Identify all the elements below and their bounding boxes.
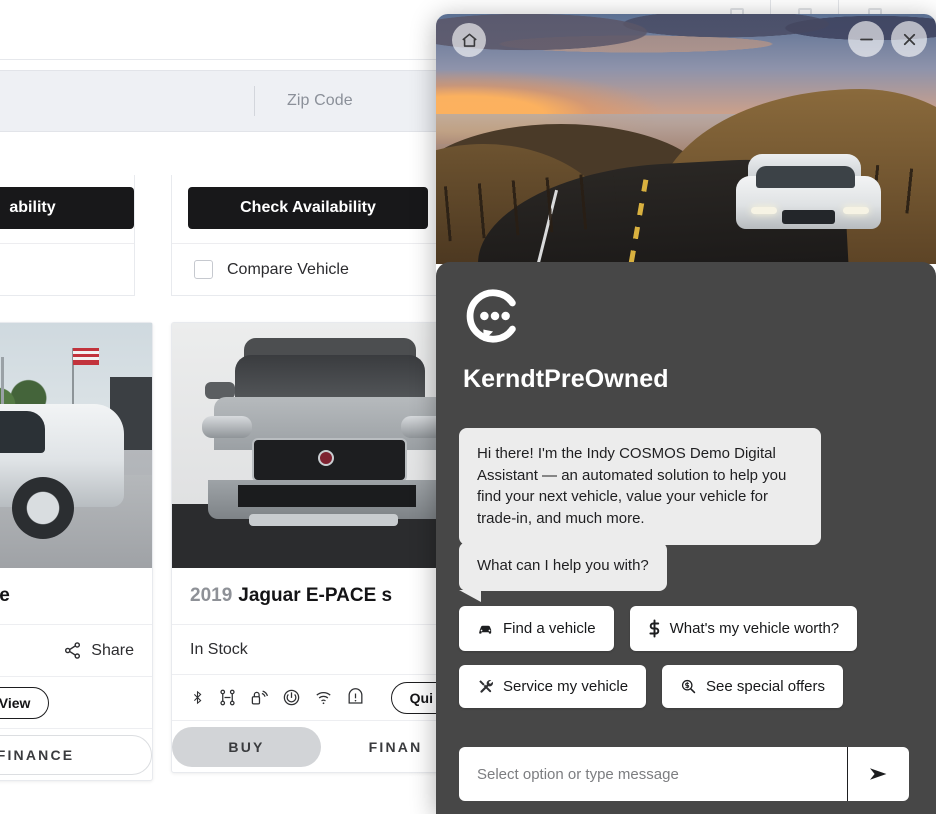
assistant-prompt-message: What can I help you with? (459, 542, 667, 602)
chat-widget: KerndtPreOwned Hi there! I'm the Indy CO… (436, 14, 936, 814)
vehicle-name-right: Jaguar E-PACE s (238, 585, 393, 606)
close-button[interactable] (891, 21, 927, 57)
send-button[interactable] (847, 747, 909, 801)
share-label-left: Share (91, 641, 134, 659)
chat-brand-name: KerndtPreOwned (463, 365, 669, 393)
quick-replies-row-2: Service my vehicle See special offers (459, 665, 909, 708)
wrench-screwdriver-icon (477, 678, 494, 695)
tab-buy[interactable]: BUY (172, 726, 321, 767)
vehicle-year-right: 2019 (190, 585, 233, 606)
assistant-intro-message: Hi there! I'm the Indy COSMOS Demo Digit… (459, 428, 821, 546)
home-button[interactable] (452, 23, 486, 57)
stock-status-right: In Stock (172, 624, 470, 674)
awd-icon (220, 689, 235, 706)
screen: Zip Code ability Check Availability Comp… (0, 0, 936, 814)
magnifier-dollar-icon (680, 678, 697, 695)
quick-reply-find-a-vehicle[interactable]: Find a vehicle (459, 606, 614, 651)
vehicle-title-left-text: ne Base (0, 585, 10, 606)
quick-reply-special-offers[interactable]: See special offers (662, 665, 844, 708)
check-availability-button-left[interactable]: ability (0, 187, 134, 229)
dollar-icon (648, 619, 661, 638)
vehicle-card-jaguar-epace[interactable]: 2019 Jaguar E-PACE s In Stock Qui BUY FI… (171, 322, 471, 773)
minimize-button[interactable] (848, 21, 884, 57)
vehicle-card-partial-right[interactable]: Check Availability Compare Vehicle (171, 175, 445, 296)
quick-reply-vehicle-worth[interactable]: What's my vehicle worth? (629, 606, 858, 651)
vehicle-card-partial-left[interactable]: ability (0, 175, 135, 296)
purchase-tabs-right: BUY FINAN (172, 720, 470, 772)
check-availability-button-right[interactable]: Check Availability (188, 187, 428, 229)
chat-panel: KerndtPreOwned Hi there! I'm the Indy CO… (436, 262, 936, 814)
car-icon (477, 622, 494, 636)
home-icon (461, 33, 477, 47)
vehicle-photo-silver-suv[interactable] (0, 323, 152, 568)
feature-icons (190, 688, 365, 707)
send-arrow-icon (869, 768, 886, 780)
quick-replies: Find a vehicle What's my vehicle worth? (459, 606, 909, 722)
feature-row-right: Qui (172, 674, 470, 720)
quick-reply-label: What's my vehicle worth? (669, 620, 840, 637)
zip-code-input[interactable]: Zip Code (287, 92, 353, 110)
close-icon (903, 33, 915, 45)
wifi-icon (316, 691, 331, 705)
bluetooth-icon (193, 690, 202, 705)
share-icon (65, 642, 81, 659)
minimize-icon (859, 38, 873, 40)
quick-reply-label: See special offers (706, 678, 826, 695)
message-composer[interactable] (459, 747, 909, 801)
vehicle-card-silver-suv[interactable]: ne Base Share Quick View FINANCE (0, 322, 153, 781)
vehicle-title-left: ne Base (0, 568, 152, 624)
quick-reply-service-my-vehicle[interactable]: Service my vehicle (459, 665, 647, 708)
quick-view-button-left[interactable]: Quick View (0, 686, 50, 719)
quick-reply-label: Find a vehicle (503, 620, 596, 637)
tire-pressure-icon (348, 688, 363, 704)
vehicle-title-right: 2019 Jaguar E-PACE s (172, 568, 470, 624)
compare-vehicle-row[interactable]: Compare Vehicle (172, 243, 444, 295)
quick-replies-row-1: Find a vehicle What's my vehicle worth? (459, 606, 909, 651)
compare-vehicle-label: Compare Vehicle (227, 260, 349, 278)
quick-reply-label: Service my vehicle (503, 678, 629, 695)
vehicle-photo-jaguar-epace[interactable] (172, 323, 470, 568)
compare-vehicle-checkbox[interactable] (194, 260, 213, 279)
message-input[interactable] (459, 747, 847, 801)
tab-finance-left[interactable]: FINANCE (0, 734, 152, 775)
purchase-tabs-left: FINANCE (0, 728, 152, 780)
hero-car-graphic (736, 154, 881, 239)
card-left-footer-row (0, 243, 134, 295)
zip-divider (254, 86, 255, 116)
push-start-icon (283, 689, 300, 706)
chat-hero-image (436, 14, 936, 264)
chat-bubble-dots-logo (466, 289, 516, 343)
keyless-entry-icon (251, 690, 269, 705)
share-row-left[interactable]: Share (0, 624, 152, 676)
quick-view-row-left: Quick View (0, 676, 152, 728)
